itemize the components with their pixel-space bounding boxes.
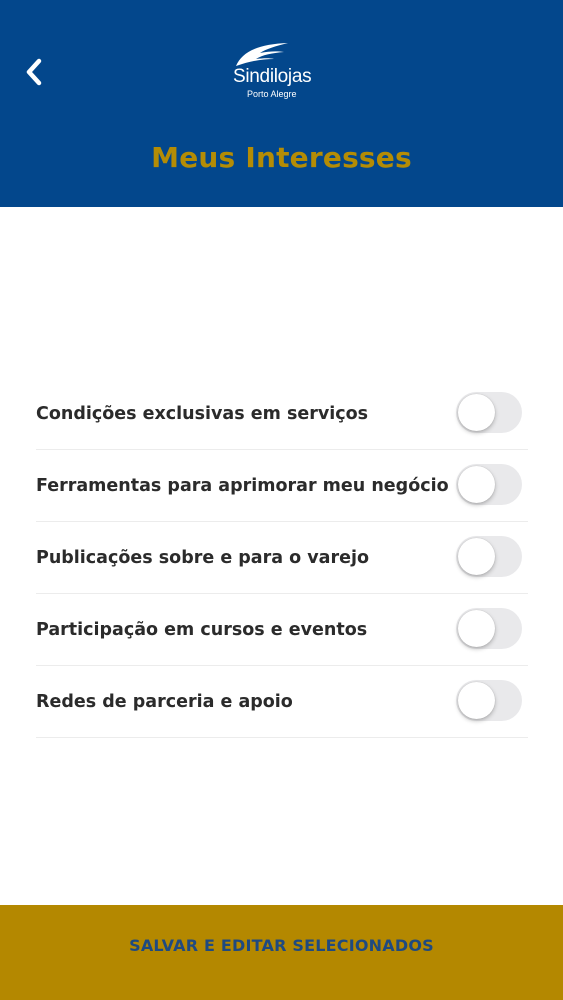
interest-toggle[interactable] xyxy=(456,536,522,577)
interest-label: Ferramentas para aprimorar meu negócio xyxy=(36,475,449,496)
toggle-knob xyxy=(458,610,495,647)
toggle-knob xyxy=(458,682,495,719)
header: Sindilojas Porto Alegre Meus Interesses xyxy=(0,0,563,207)
page-title: Meus Interesses xyxy=(151,141,412,174)
interest-toggle[interactable] xyxy=(456,680,522,721)
interest-toggle[interactable] xyxy=(456,392,522,433)
logo-name: Sindilojas xyxy=(233,66,312,87)
interest-label: Condições exclusivas em serviços xyxy=(36,403,369,424)
logo: Sindilojas Porto Alegre xyxy=(226,40,338,102)
toggle-knob xyxy=(458,466,495,503)
interest-label: Participação em cursos e eventos xyxy=(36,619,368,640)
save-selected-button[interactable]: SALVAR E EDITAR SELECIONADOS xyxy=(0,905,563,1000)
back-button[interactable] xyxy=(14,50,54,94)
interests-list: Condições exclusivas em serviços Ferrame… xyxy=(36,378,528,738)
interest-toggle[interactable] xyxy=(456,464,522,505)
interest-item-courses-events: Participação em cursos e eventos xyxy=(36,594,528,666)
interest-item-partnership-networks: Redes de parceria e apoio xyxy=(36,666,528,738)
interest-label: Redes de parceria e apoio xyxy=(36,691,293,712)
interest-toggle[interactable] xyxy=(456,608,522,649)
toggle-knob xyxy=(458,394,495,431)
toggle-knob xyxy=(458,538,495,575)
interest-item-exclusive-services: Condições exclusivas em serviços xyxy=(36,378,528,450)
logo-subtitle: Porto Alegre xyxy=(247,89,297,99)
save-selected-label: SALVAR E EDITAR SELECIONADOS xyxy=(129,936,434,955)
interest-item-business-tools: Ferramentas para aprimorar meu negócio xyxy=(36,450,528,522)
interest-label: Publicações sobre e para o varejo xyxy=(36,547,370,568)
interest-item-retail-publications: Publicações sobre e para o varejo xyxy=(36,522,528,594)
chevron-left-icon xyxy=(26,58,42,86)
